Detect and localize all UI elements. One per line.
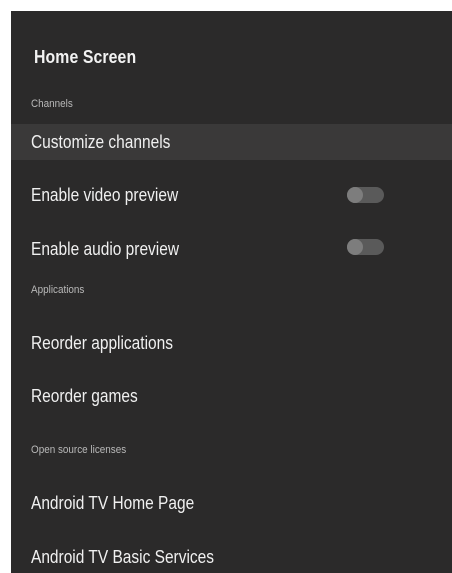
- reorder-games-item[interactable]: Reorder games: [11, 378, 452, 414]
- enable-video-preview-label: Enable video preview: [31, 184, 179, 205]
- android-tv-home-page-label: Android TV Home Page: [31, 492, 195, 513]
- reorder-applications-item[interactable]: Reorder applications: [11, 325, 452, 361]
- enable-audio-preview-label: Enable audio preview: [31, 238, 180, 259]
- section-header-applications: Applications: [31, 284, 85, 296]
- settings-panel: Home Screen Channels Customize channels …: [11, 11, 452, 573]
- section-header-channels: Channels: [31, 98, 73, 110]
- page-title: Home Screen: [34, 47, 137, 67]
- android-tv-basic-services-item[interactable]: Android TV Basic Services: [11, 539, 452, 573]
- toggle-knob: [347, 239, 363, 255]
- video-preview-toggle[interactable]: [347, 187, 384, 203]
- enable-audio-preview-item[interactable]: Enable audio preview: [11, 231, 452, 267]
- toggle-knob: [347, 187, 363, 203]
- customize-channels-label: Customize channels: [31, 131, 171, 152]
- audio-preview-toggle[interactable]: [347, 239, 384, 255]
- android-tv-basic-services-label: Android TV Basic Services: [31, 546, 214, 567]
- reorder-applications-label: Reorder applications: [31, 332, 173, 353]
- customize-channels-item[interactable]: Customize channels: [11, 124, 452, 160]
- reorder-games-label: Reorder games: [31, 385, 138, 406]
- android-tv-home-page-item[interactable]: Android TV Home Page: [11, 485, 452, 521]
- enable-video-preview-item[interactable]: Enable video preview: [11, 177, 452, 213]
- section-header-open-source: Open source licenses: [31, 444, 127, 456]
